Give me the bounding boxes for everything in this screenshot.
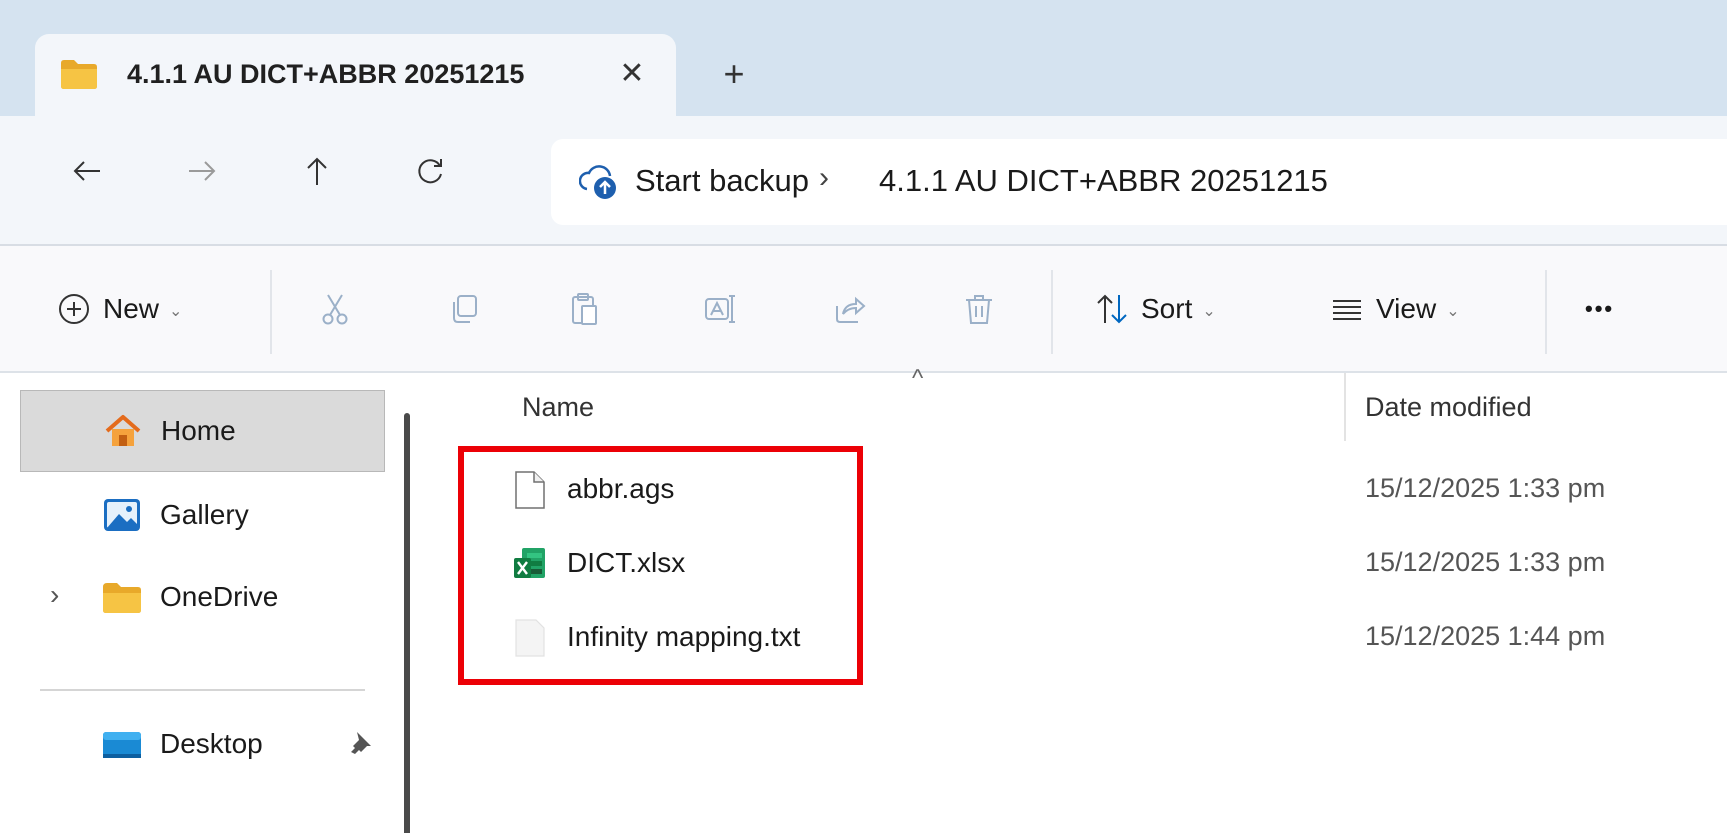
excel-file-icon [514, 548, 545, 578]
sidebar-item-home[interactable]: Home [20, 390, 385, 472]
chevron-down-icon: ⌄ [1202, 303, 1216, 320]
sidebar-item-label: Home [161, 415, 236, 446]
folder-icon [103, 583, 141, 613]
plus-circle-icon [59, 294, 89, 324]
clipboard-icon [572, 293, 597, 325]
navigation-pane: Home Gallery › OneDrive Desktop [0, 373, 425, 833]
chevron-right-icon[interactable]: › [50, 579, 59, 611]
column-header-date-modified[interactable]: Date modified [1365, 392, 1532, 423]
refresh-button[interactable] [405, 146, 455, 196]
file-row[interactable]: DICT.xlsx 15/12/2025 1:33 pm [485, 532, 1727, 592]
file-name: abbr.ags [567, 473, 675, 504]
file-name: DICT.xlsx [567, 547, 686, 578]
sort-label: Sort [1141, 293, 1193, 324]
breadcrumb-current-folder[interactable]: 4.1.1 AU DICT+ABBR 20251215 [879, 163, 1328, 199]
chevron-down-icon: ⌄ [1446, 303, 1460, 320]
file-date-modified: 15/12/2025 1:44 pm [1365, 621, 1606, 651]
generic-file-icon [515, 471, 545, 509]
gallery-icon [104, 499, 140, 531]
address-bar[interactable]: Start backup › 4.1.1 AU DICT+ABBR 202512… [551, 139, 1727, 225]
file-date-modified: 15/12/2025 1:33 pm [1365, 473, 1606, 503]
file-list: ^ Name Date modified abbr.ags 15/12/2025… [425, 365, 1727, 833]
toolbar-divider [1051, 270, 1053, 354]
sidebar-item-label: Desktop [160, 728, 263, 759]
list-view-icon [1333, 300, 1361, 320]
sidebar-item-onedrive[interactable]: › OneDrive [20, 557, 385, 639]
tab-title: 4.1.1 AU DICT+ABBR 20251215 [127, 59, 525, 89]
chevron-down-icon: ⌄ [169, 303, 183, 320]
view-button[interactable]: View ⌄ [1330, 284, 1460, 334]
title-bar: 4.1.1 AU DICT+ABBR 20251215 ✕ + [0, 0, 1727, 116]
sidebar-item-label: OneDrive [160, 581, 279, 612]
file-row[interactable]: abbr.ags 15/12/2025 1:33 pm [485, 458, 1727, 518]
new-button[interactable]: New ⌄ [57, 284, 182, 334]
file-name: Infinity mapping.txt [567, 621, 801, 652]
arrow-right-icon [189, 161, 216, 181]
file-row[interactable]: Infinity mapping.txt 15/12/2025 1:44 pm [485, 606, 1727, 666]
folder-icon [61, 60, 97, 89]
new-tab-button[interactable]: + [712, 52, 756, 96]
pin-icon[interactable] [345, 728, 375, 758]
toolbar-divider [1545, 270, 1547, 354]
sidebar-item-desktop[interactable]: Desktop [20, 704, 385, 786]
tab-active[interactable]: 4.1.1 AU DICT+ABBR 20251215 ✕ [35, 34, 676, 116]
cloud-backup-icon [579, 165, 616, 199]
more-options-button[interactable]: ••• [1585, 284, 1614, 334]
delete-button[interactable] [962, 284, 996, 334]
command-bar: New ⌄ Sort ⌄ View ⌄ ••• [0, 246, 1727, 373]
text-file-icon [515, 619, 545, 657]
view-label: View [1376, 293, 1437, 324]
copy-icon [453, 295, 477, 323]
trash-icon [966, 295, 992, 324]
file-date-modified: 15/12/2025 1:33 pm [1365, 547, 1606, 577]
sort-icon [1097, 294, 1127, 324]
column-divider[interactable] [1344, 373, 1346, 441]
sidebar-item-label: Gallery [160, 499, 249, 530]
share-button[interactable] [833, 284, 867, 334]
column-header-name[interactable]: Name [522, 392, 594, 423]
refresh-icon [418, 159, 442, 184]
copy-button[interactable] [447, 284, 481, 334]
back-button[interactable] [62, 146, 112, 196]
navigation-bar: Start backup › 4.1.1 AU DICT+ABBR 202512… [0, 116, 1727, 246]
sidebar-divider [40, 689, 365, 691]
scissors-icon [322, 294, 348, 325]
paste-button[interactable] [568, 284, 602, 334]
rename-button[interactable] [703, 284, 737, 334]
new-label: New [103, 293, 160, 324]
rename-icon [705, 295, 735, 323]
cut-button[interactable] [318, 284, 352, 334]
arrow-left-icon [73, 161, 100, 181]
sort-ascending-icon: ^ [912, 365, 924, 392]
sidebar-item-gallery[interactable]: Gallery [20, 475, 385, 557]
desktop-icon [103, 732, 141, 758]
breadcrumb-start-backup[interactable]: Start backup [635, 163, 809, 199]
breadcrumb-separator-icon[interactable]: › [819, 161, 829, 195]
sort-button[interactable]: Sort ⌄ [1095, 284, 1216, 334]
sidebar-scrollbar[interactable] [404, 413, 410, 833]
arrow-up-icon [307, 157, 327, 185]
up-button[interactable] [292, 146, 342, 196]
tab-close-icon[interactable]: ✕ [610, 48, 654, 98]
share-icon [836, 296, 866, 323]
forward-button[interactable] [177, 146, 227, 196]
toolbar-divider [270, 270, 272, 354]
home-icon [105, 415, 141, 446]
